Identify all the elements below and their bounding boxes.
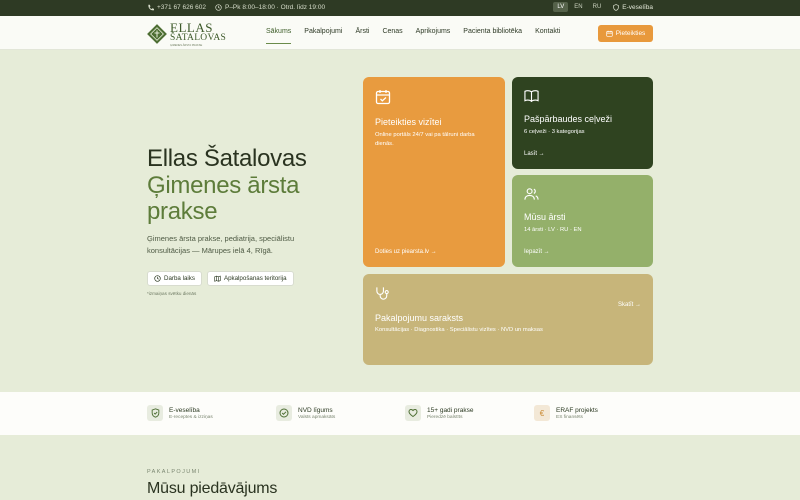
users-icon [524, 187, 539, 201]
doctors-card-link[interactable]: Iepazīt → [524, 249, 550, 255]
main-navigation: ELLAS ŠATALOVAS ĢIMENES ĀRSTA PRAKSE Sāk… [0, 16, 800, 50]
service-territory-label: Apkalpošanas teritorija [223, 275, 287, 282]
book-appointment-label: Pieteikties [615, 30, 646, 37]
shield-icon [613, 3, 619, 11]
logo[interactable]: ELLAS ŠATALOVAS ĢIMENES ĀRSTA PRAKSE [147, 21, 226, 47]
nav-item-aprikojums[interactable]: Aprikojums [416, 28, 451, 39]
section-kicker: PAKALPOJUMI [147, 469, 201, 475]
hero-title-line2: Ģimenes ārsta [147, 171, 300, 199]
services-card-link[interactable]: Skatīt → [618, 302, 641, 308]
stethoscope-icon [375, 286, 390, 301]
hero-title: Ellas Šatalovas Ģimenes ārsta prakse [147, 145, 307, 226]
top-bar: +371 67 626 602 P–Pk 8:00–18:00 · Otrd. … [0, 0, 800, 16]
services-card-title: Pakalpojumu saraksts [375, 313, 464, 323]
selfcheck-card-subtitle: 6 ceļveži · 3 kategorijas [524, 129, 585, 135]
selfcheck-guides-card[interactable]: Pašpārbaudes ceļveži 6 ceļveži · 3 kateg… [512, 77, 653, 169]
service-territory-button[interactable]: Apkalpošanas teritorija [206, 271, 294, 286]
logo-tagline: ĢIMENES ĀRSTA PRAKSE [170, 43, 203, 47]
feature-title: E-veselība [169, 406, 200, 414]
selfcheck-card-link[interactable]: Lasīt → [524, 151, 545, 157]
feature-eraf: € ERAF projekts ES finansēts [534, 405, 598, 421]
logo-emblem [147, 24, 167, 44]
doctors-card[interactable]: Mūsu ārsti 14 ārsti · LV · RU · EN Iepaz… [512, 175, 653, 267]
feature-title: NVD līgums [298, 406, 333, 414]
services-card-subtitle: Konsultācijas · Diagnostika · Speciālist… [375, 327, 543, 333]
hero-title-line1: Ellas Šatalovas [147, 145, 307, 172]
feature-subtitle: ES finansēts [556, 414, 583, 420]
heart-hand-icon [405, 405, 421, 421]
feature-title: ERAF projekts [556, 406, 598, 414]
lang-ru[interactable]: RU [589, 2, 606, 12]
feature-subtitle: Pieredzē balstīts [427, 414, 463, 420]
check-circle-icon [276, 405, 292, 421]
nav-menu: Sākums Pakalpojumi Ārsti Cenas Aprikojum… [266, 28, 560, 44]
lang-lv[interactable]: LV [553, 2, 569, 12]
hero-title-line3: prakse [147, 198, 218, 225]
appointment-card-title: Pieteikties vizītei [375, 117, 442, 127]
lang-en[interactable]: EN [570, 2, 586, 12]
holiday-note: *izmaiņas svētku dienās [147, 291, 197, 296]
appointment-card[interactable]: Pieteikties vizītei Online portāls 24/7 … [363, 77, 505, 267]
nav-item-arsti[interactable]: Ārsti [355, 28, 369, 39]
nav-item-pakalpojumi[interactable]: Pakalpojumi [304, 28, 342, 39]
eveseliba-label: E-veselība [622, 3, 653, 11]
phone-link[interactable]: +371 67 626 602 [147, 4, 206, 11]
phone-number: +371 67 626 602 [157, 4, 206, 11]
nav-item-sakums[interactable]: Sākums [266, 28, 292, 44]
nav-item-cenas[interactable]: Cenas [382, 28, 402, 39]
feature-subtitle: E-receptes & izziņas [169, 414, 213, 420]
feature-nvd: NVD līgums Valsts apmaksāts [276, 405, 335, 421]
shield-check-icon [147, 405, 163, 421]
hours-text: P–Pk 8:00–18:00 · Otrd. līdz 19:00 [224, 4, 326, 11]
services-list-card[interactable]: Pakalpojumu saraksts Konsultācijas · Dia… [363, 274, 653, 365]
feature-subtitle: Valsts apmaksāts [298, 414, 336, 420]
eveseliba-link[interactable]: E-veselība [613, 4, 653, 11]
phone-icon [147, 4, 154, 11]
features-strip: E-veselība E-receptes & izziņas NVD līgu… [0, 392, 800, 435]
working-hours-label: Darba laiks [164, 275, 195, 282]
doctors-card-subtitle: 14 ārsti · LV · RU · EN [524, 227, 582, 233]
euro-icon: € [534, 405, 550, 421]
nav-item-pacienta-biblioteka[interactable]: Pacienta bibliotēka [463, 28, 522, 39]
book-appointment-button[interactable]: Pieteikties [598, 25, 653, 42]
doctors-card-title: Mūsu ārsti [524, 212, 566, 222]
calendar-check-icon [375, 89, 391, 105]
calendar-icon [606, 30, 613, 37]
appointment-card-link[interactable]: Doties uz piearsta.lv → [375, 249, 437, 255]
working-hours-button[interactable]: Darba laiks [147, 271, 202, 286]
hero-description: Ģimenes ārsta prakse, pediatrija, speciā… [147, 234, 295, 255]
feature-title: 15+ gadi prakse [427, 406, 474, 414]
book-open-icon [524, 89, 539, 103]
feature-experience: 15+ gadi prakse Pieredzē balstīts [405, 405, 473, 421]
section-title: Mūsu piedāvājums [147, 480, 278, 497]
selfcheck-card-title: Pašpārbaudes ceļveži [524, 114, 613, 124]
feature-eveseliba: E-veselība E-receptes & izziņas [147, 405, 213, 421]
nav-item-kontakti[interactable]: Kontakti [535, 28, 560, 39]
opening-hours: P–Pk 8:00–18:00 · Otrd. līdz 19:00 [215, 4, 325, 11]
clock-icon [215, 4, 222, 11]
clock-icon [154, 275, 161, 282]
logo-line2: ŠATALOVAS [170, 33, 227, 43]
appointment-card-subtitle: Online portāls 24/7 vai pa tālruni darba… [375, 132, 475, 147]
map-icon [214, 275, 221, 282]
